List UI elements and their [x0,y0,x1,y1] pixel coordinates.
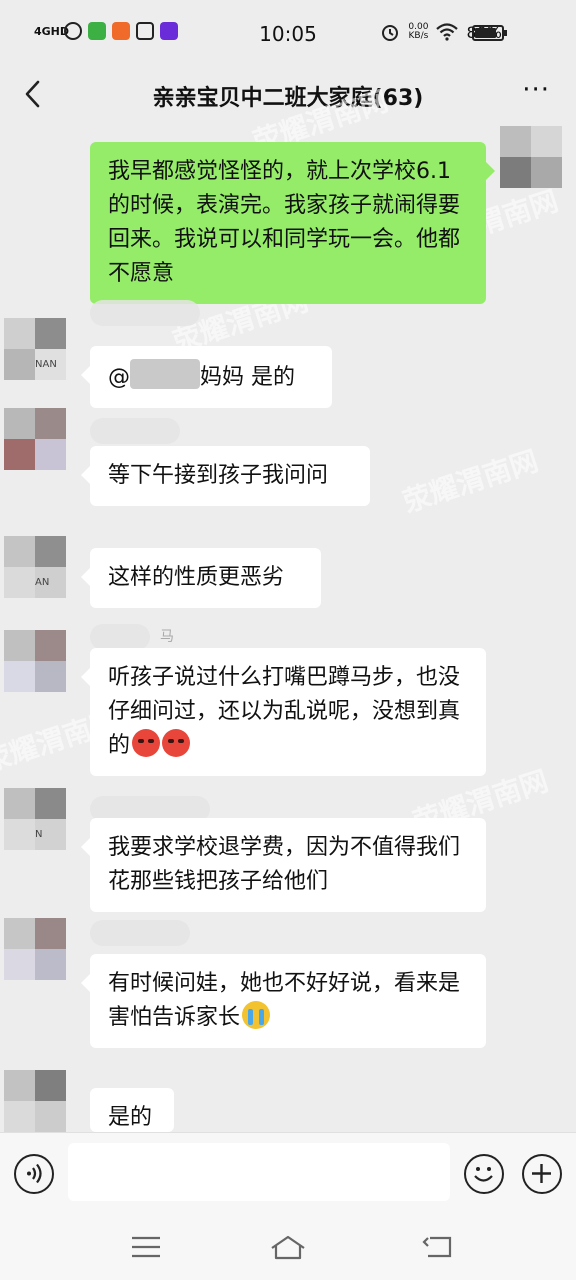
system-nav-bar [0,1214,576,1280]
member-avatar[interactable] [4,1070,66,1132]
battery-fill [475,28,496,38]
message-bubble[interactable]: 等下午接到孩子我问问 [81,446,370,506]
member-avatar[interactable]: NAN [4,318,66,380]
message-text: 是的 [108,1105,153,1130]
message-bubble[interactable]: 听孩子说过什么打嘴巴蹲马步，也没仔细问过，还以为乱说呢，没想到真的 [81,648,486,776]
voice-icon [27,1163,42,1184]
message-text: 听孩子说过什么打嘴巴蹲马步，也没仔细问过，还以为乱说呢，没想到真的 [108,665,461,758]
my-avatar[interactable] [500,126,562,188]
avatar-text: NAN [35,349,66,380]
nickname-blur [90,920,190,946]
nickname-blur [90,624,150,650]
member-avatar[interactable] [4,918,66,980]
more-functions-button[interactable] [522,1154,562,1194]
message-text: 我要求学校退学费，因为不值得我们花那些钱把孩子给他们 [108,835,461,894]
member-avatar[interactable]: N [4,788,66,850]
wifi-icon [436,23,459,41]
avatar-text: N [35,819,66,850]
nickname-blur [90,300,200,326]
nickname-fragment: 马 [160,629,174,645]
mention-name-blur [130,359,200,389]
message-bubble-self[interactable]: 我早都感觉怪怪的，就上次学校6.1的时候，表演完。我家孩子就闹得要回来。我说可以… [90,142,495,304]
message-bubble[interactable]: 有时候问娃，她也不好好说，看来是害怕告诉家长 [81,954,486,1048]
battery-icon [472,25,507,41]
member-avatar[interactable]: AN [4,536,66,598]
message-bubble[interactable]: 我要求学校退学费，因为不值得我们花那些钱把孩子给他们 [81,818,486,912]
more-options-button[interactable]: ··· [522,77,550,103]
member-avatar[interactable] [4,408,66,470]
voice-input-button[interactable] [14,1154,54,1194]
chat-title: 亲亲宝贝中二班大家庭(63) [152,86,424,111]
message-text: 有时候问娃，她也不好好说，看来是害怕告诉家长 [108,971,461,1030]
angry-face-icon [132,729,161,757]
emoji-button[interactable] [464,1154,504,1194]
message-text: 我早都感觉怪怪的，就上次学校6.1的时候，表演完。我家孩子就闹得要回来。我说可以… [108,159,461,286]
watermark: 荥耀渭南网 [398,444,543,519]
avatar-text: AN [35,567,66,598]
input-bar [0,1132,576,1214]
message-text: 妈妈 是的 [200,365,295,390]
angry-face-icon [162,729,191,757]
plus-icon [532,1164,551,1183]
home-icon[interactable] [268,1232,308,1262]
net-speed: 0.00 KB/s [408,22,429,41]
message-bubble[interactable]: 是的 [90,1088,174,1132]
message-input[interactable] [68,1143,450,1201]
message-text: 这样的性质更恶劣 [108,565,285,590]
message-bubble[interactable]: @ 妈妈 是的 [81,346,332,408]
chat-header: 亲亲宝贝中二班大家庭(63) ··· [0,64,576,124]
nickname-blur [90,418,180,444]
message-text: 等下午接到孩子我问问 [108,463,329,488]
message-bubble[interactable]: 这样的性质更恶劣 [81,548,321,608]
crying-face-icon [242,1001,271,1029]
back-nav-icon[interactable] [420,1232,460,1262]
menu-icon[interactable] [126,1232,166,1262]
alarm-icon [382,25,399,41]
mention-prefix: @ [108,365,130,390]
status-bar: 4GHD 10:05 0.00 KB/s 80% [0,0,576,64]
member-avatar[interactable] [4,630,66,692]
smiley-icon [474,1167,493,1182]
